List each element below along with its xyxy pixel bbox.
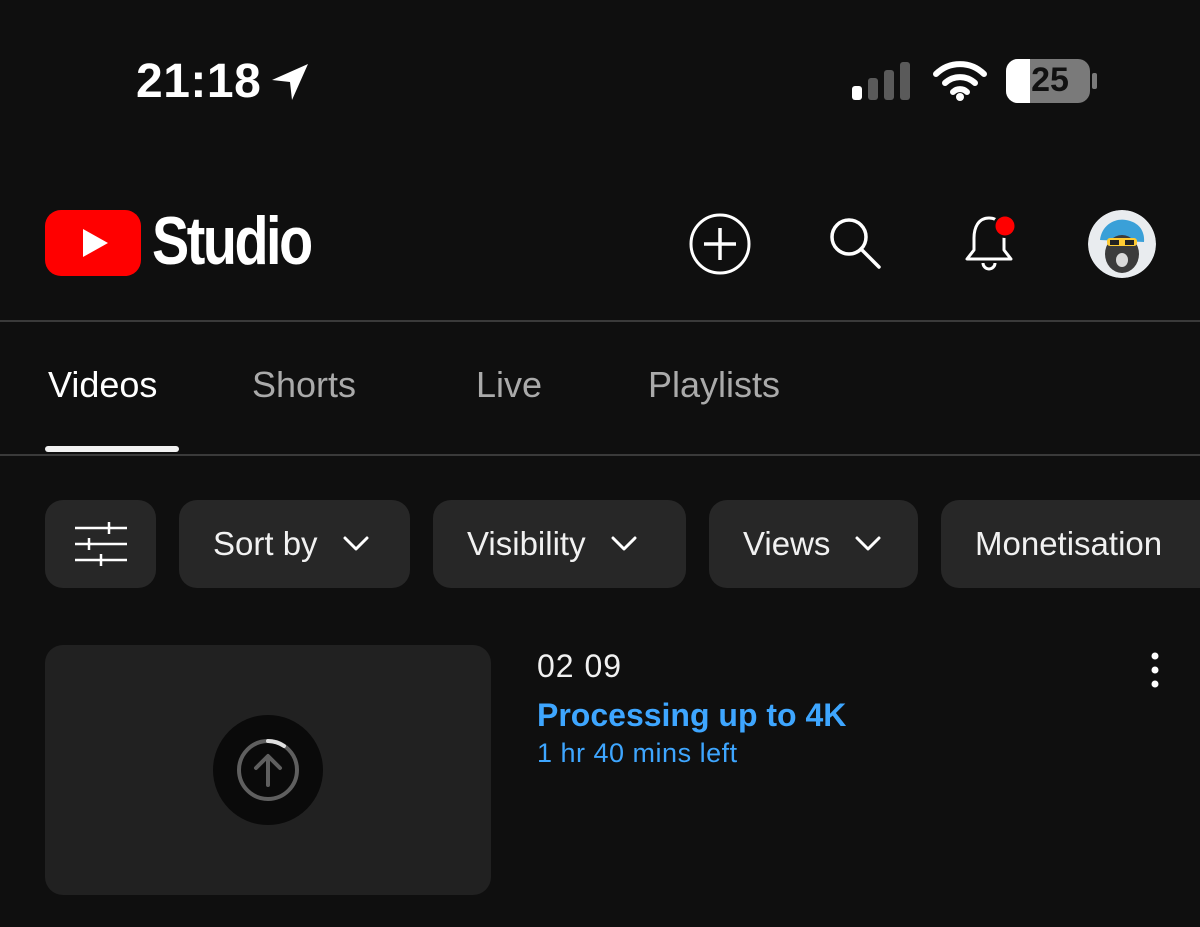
filter-sliders-icon — [74, 522, 127, 566]
filter-button[interactable] — [45, 500, 156, 588]
brand-name: Studio — [152, 203, 313, 279]
tab-bar: Videos Shorts Live Playlists — [0, 322, 1200, 456]
notification-dot — [995, 216, 1015, 236]
notification-bell-icon[interactable] — [958, 210, 1024, 276]
active-tab-indicator — [45, 446, 179, 452]
visibility-label: Visibility — [467, 525, 586, 562]
video-thumbnail[interactable] — [45, 645, 491, 895]
chevron-down-icon — [343, 536, 369, 551]
tab-live[interactable]: Live — [476, 364, 542, 406]
tab-videos[interactable]: Videos — [48, 364, 157, 406]
search-icon[interactable] — [826, 214, 884, 272]
location-arrow-icon — [272, 64, 308, 100]
upload-progress-icon — [237, 739, 299, 801]
sort-by-label: Sort by — [213, 525, 318, 562]
chevron-down-icon — [855, 536, 881, 551]
monetisation-chip[interactable]: Monetisation — [941, 500, 1200, 588]
chevron-down-icon — [611, 536, 637, 551]
processing-status: Processing up to 4K — [537, 697, 847, 733]
video-title[interactable]: 02 09 — [537, 648, 622, 685]
more-vertical-icon[interactable] — [1140, 650, 1170, 690]
battery-level: 25 — [1031, 61, 1069, 99]
cellular-signal-icon — [852, 62, 910, 100]
views-label: Views — [743, 525, 831, 562]
clock: 21:18 — [136, 55, 262, 108]
account-avatar[interactable] — [1088, 210, 1156, 278]
monetisation-label: Monetisation — [975, 525, 1163, 562]
sort-by-chip[interactable]: Sort by — [179, 500, 410, 588]
visibility-chip[interactable]: Visibility — [433, 500, 686, 588]
upload-progress — [213, 715, 323, 825]
app-header: Studio — [0, 160, 1200, 322]
time-remaining: 1 hr 40 mins left — [537, 738, 738, 768]
create-icon[interactable] — [688, 212, 752, 276]
wifi-icon — [933, 61, 987, 101]
tab-playlists[interactable]: Playlists — [648, 364, 780, 406]
tab-shorts[interactable]: Shorts — [252, 364, 356, 406]
views-chip[interactable]: Views — [709, 500, 918, 588]
youtube-logo-icon[interactable] — [45, 210, 141, 276]
status-bar: 21:18 25 — [0, 0, 1200, 160]
